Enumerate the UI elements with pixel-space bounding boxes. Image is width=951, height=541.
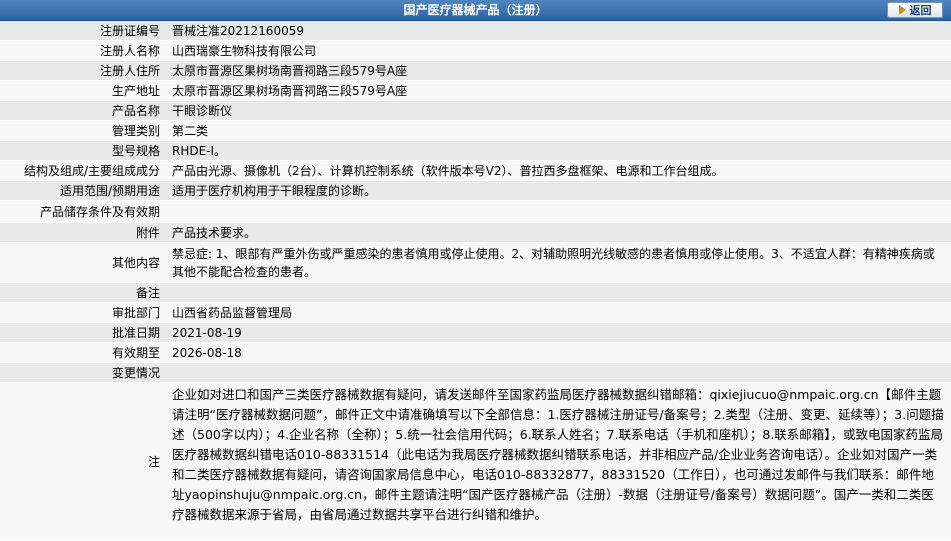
field-value: RHDE-Ⅰ。 — [172, 143, 227, 158]
field-label: 结构及组成/主要组成成分 — [23, 164, 160, 178]
field-value: 太原市晋源区果树场南晋祠路三段579号A座 — [172, 63, 408, 78]
field-label: 生产地址 — [111, 84, 160, 98]
table-row: 管理类别 第二类 — [0, 121, 951, 141]
field-label: 管理类别 — [111, 124, 160, 138]
table-row: 生产地址 太原市晋源区果树场南晋祠路三段579号A座 — [0, 81, 951, 101]
field-label: 适用范围/预期用途 — [59, 184, 160, 198]
field-value — [172, 283, 945, 302]
field-label: 附件 — [135, 226, 160, 240]
table-row: 批准日期 2021-08-19 — [0, 323, 951, 343]
field-value — [172, 201, 945, 222]
page-title: 国产医疗器械产品（注册） — [403, 3, 548, 17]
detail-page: 国产医疗器械产品（注册） 返回 注册证编号 晋械注准20212160059 注册… — [0, 0, 951, 541]
table-row: 适用范围/预期用途 适用于医疗机构用于干眼程度的诊断。 — [0, 181, 951, 201]
field-label: 产品名称 — [111, 104, 160, 118]
table-row: 备注 — [0, 283, 951, 303]
field-label: 变更情况 — [111, 366, 160, 380]
field-value — [172, 363, 945, 382]
field-label: 注册人名称 — [99, 44, 160, 58]
field-label: 注册证编号 — [99, 24, 160, 38]
field-value: 产品技术要求。 — [172, 225, 257, 240]
field-label: 批准日期 — [111, 326, 160, 340]
notice-text: 企业如对进口和国产三类医疗器械数据有疑问，请发送邮件至国家药监局医疗器械数据纠错… — [172, 387, 944, 522]
table-row: 产品储存条件及有效期 — [0, 201, 951, 223]
table-row: 注册证编号 晋械注准20212160059 — [0, 21, 951, 41]
header-bar: 国产医疗器械产品（注册） 返回 — [0, 0, 951, 21]
field-value: 晋械注准20212160059 — [172, 23, 304, 38]
back-button-label: 返回 — [909, 4, 932, 17]
field-value: 2021-08-19 — [172, 325, 242, 340]
field-label: 产品储存条件及有效期 — [39, 205, 160, 219]
table-row: 有效期至 2026-08-18 — [0, 343, 951, 363]
field-value: 第二类 — [172, 123, 209, 138]
field-label: 审批部门 — [111, 306, 160, 320]
field-value: 产品由光源、摄像机（2台）、计算机控制系统（软件版本号V2）、普拉西多盘框架、电… — [172, 163, 724, 178]
table-row: 注册人住所 太原市晋源区果树场南晋祠路三段579号A座 — [0, 61, 951, 81]
table-row: 审批部门 山西省药品监督管理局 — [0, 303, 951, 323]
field-value: 禁忌症: 1、眼部有严重外伤或严重感染的患者慎用或停止使用。2、对辅助照明光线敏… — [172, 247, 935, 279]
arrow-right-icon — [898, 5, 906, 15]
table-row: 其他内容 禁忌症: 1、眼部有严重外伤或严重感染的患者慎用或停止使用。2、对辅助… — [0, 243, 951, 283]
field-label: 注册人住所 — [99, 64, 160, 78]
notice-label: 注 — [147, 455, 160, 469]
back-button[interactable]: 返回 — [887, 2, 943, 18]
field-value: 2026-08-18 — [172, 345, 242, 360]
table-row: 变更情况 — [0, 363, 951, 383]
table-row: 产品名称 干眼诊断仪 — [0, 101, 951, 121]
field-value: 适用于医疗机构用于干眼程度的诊断。 — [172, 183, 377, 198]
table-row: 注册人名称 山西瑞豪生物科技有限公司 — [0, 41, 951, 61]
field-label: 备注 — [135, 286, 160, 300]
field-label: 其他内容 — [111, 256, 160, 270]
table-row: 附件 产品技术要求。 — [0, 223, 951, 243]
field-label: 型号规格 — [111, 144, 160, 158]
field-label: 有效期至 — [111, 346, 160, 360]
field-value: 干眼诊断仪 — [172, 103, 233, 118]
field-value: 山西瑞豪生物科技有限公司 — [172, 43, 317, 58]
table-row: 结构及组成/主要组成成分 产品由光源、摄像机（2台）、计算机控制系统（软件版本号… — [0, 161, 951, 181]
field-value: 太原市晋源区果树场南晋祠路三段579号A座 — [172, 83, 408, 98]
table-row: 型号规格 RHDE-Ⅰ。 — [0, 141, 951, 161]
field-value: 山西省药品监督管理局 — [172, 305, 293, 320]
notice-row: 注 企业如对进口和国产三类医疗器械数据有疑问，请发送邮件至国家药监局医疗器械数据… — [0, 383, 951, 541]
